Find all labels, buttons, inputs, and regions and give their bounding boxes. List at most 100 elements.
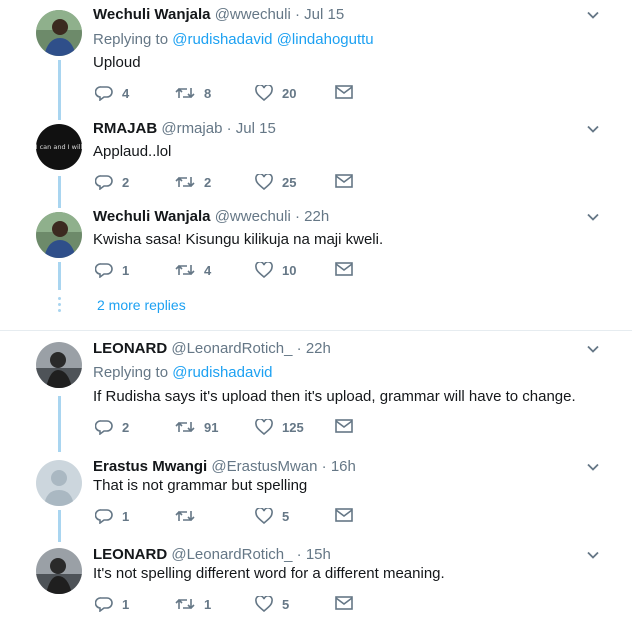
retweet-button[interactable]: 2 [175,174,211,190]
retweet-button[interactable]: 4 [175,262,211,278]
reply-button[interactable]: 1 [95,508,129,524]
retweet-count: 2 [204,174,212,190]
chevron-down-icon[interactable] [586,210,600,224]
display-name[interactable]: LEONARD [93,546,167,563]
tweet-header: Wechuli Wanjala @wwechuli · 22h [93,208,329,225]
tweet[interactable]: Erastus Mwangi @ErastusMwan · 16h That i… [0,452,632,536]
avatar[interactable] [36,342,82,388]
tweet-header: Erastus Mwangi @ErastusMwan · 16h [93,458,356,475]
tweet-header: Wechuli Wanjala @wwechuli · Jul 15 [93,6,344,23]
avatar[interactable] [36,10,82,56]
reply-button[interactable]: 1 [95,262,129,278]
retweet-button[interactable]: 91 [175,419,218,435]
like-count: 25 [282,174,297,190]
reply-count: 1 [122,596,130,612]
tweet-actions: 1 4 10 [95,262,365,280]
chevron-down-icon[interactable] [586,548,600,562]
chevron-down-icon[interactable] [586,460,600,474]
tweet[interactable]: Wechuli Wanjala @wwechuli · Jul 15 Reply… [0,0,632,110]
dm-button[interactable] [335,419,353,433]
retweet-button[interactable] [175,508,204,524]
user-handle[interactable]: @ErastusMwan [211,458,317,475]
like-icon [255,174,273,190]
replying-to: Replying to @rudishadavid [93,364,273,381]
tweet-text: Uploud [93,54,141,71]
retweet-count: 4 [204,262,212,278]
timestamp[interactable]: 15h [306,546,331,563]
like-button[interactable]: 20 [255,85,296,101]
user-handle[interactable]: @LeonardRotich_ [171,546,292,563]
tweet-header: RMAJAB @rmajab · Jul 15 [93,120,276,137]
more-replies-link[interactable]: 2 more replies [97,297,186,313]
tweet-actions: 2 91 125 [95,419,365,437]
like-icon [255,508,273,524]
chevron-down-icon[interactable] [586,342,600,356]
chevron-down-icon[interactable] [586,122,600,136]
dm-button[interactable] [335,508,353,522]
dm-button[interactable] [335,85,353,99]
retweet-button[interactable]: 1 [175,596,211,612]
like-button[interactable]: 5 [255,508,289,524]
tweet-actions: 1 5 [95,508,365,526]
retweet-icon [175,421,195,433]
display-name[interactable]: RMAJAB [93,120,157,137]
display-name[interactable]: Wechuli Wanjala [93,6,211,23]
like-count: 125 [282,419,304,435]
separator: · [294,6,300,23]
like-button[interactable]: 5 [255,596,289,612]
reply-button[interactable]: 1 [95,596,129,612]
user-handle[interactable]: @LeonardRotich_ [171,340,292,357]
tweet-text: Kwisha sasa! Kisungu kilikuja na maji kw… [93,231,384,248]
chevron-down-icon[interactable] [586,8,600,22]
separator: · [294,208,300,225]
replying-to-label: Replying to [93,31,169,48]
display-name[interactable]: LEONARD [93,340,167,357]
timestamp[interactable]: Jul 15 [304,6,344,23]
dm-button[interactable] [335,262,353,276]
avatar[interactable] [36,212,82,258]
tweet-header: LEONARD @LeonardRotich_ · 22h [93,340,331,357]
dm-icon [335,419,353,433]
reply-icon [95,175,113,190]
avatar[interactable]: I can and I will [36,124,82,170]
separator: · [321,458,327,475]
like-icon [255,419,273,435]
conversation-feed: Wechuli Wanjala @wwechuli · Jul 15 Reply… [0,0,632,621]
mention-link[interactable]: @lindahoguttu [277,31,374,48]
user-handle[interactable]: @wwechuli [215,6,291,23]
dm-icon [335,174,353,188]
reply-button[interactable]: 4 [95,85,129,101]
like-button[interactable]: 125 [255,419,304,435]
reply-icon [95,597,113,612]
reply-button[interactable]: 2 [95,174,129,190]
timestamp[interactable]: 16h [331,458,356,475]
mention-link[interactable]: @rudishadavid [172,364,272,381]
user-handle[interactable]: @wwechuli [215,208,291,225]
avatar[interactable] [36,548,82,594]
tweet-text: If Rudisha says it's upload then it's up… [93,388,576,405]
tweet[interactable]: Wechuli Wanjala @wwechuli · 22h Kwisha s… [0,202,632,290]
tweet[interactable]: I can and I will RMAJAB @rmajab · Jul 15… [0,114,632,200]
like-icon [255,596,273,612]
user-handle[interactable]: @rmajab [161,120,222,137]
dm-button[interactable] [335,596,353,610]
dm-button[interactable] [335,174,353,188]
like-button[interactable]: 10 [255,262,296,278]
timestamp[interactable]: Jul 15 [236,120,276,137]
tweet-actions: 4 8 20 [95,85,365,103]
retweet-icon [175,264,195,276]
tweet-text: That is not grammar but spelling [93,477,308,494]
display-name[interactable]: Erastus Mwangi [93,458,207,475]
timestamp[interactable]: 22h [306,340,331,357]
separator: · [226,120,232,137]
tweet[interactable]: LEONARD @LeonardRotich_ · 22h Replying t… [0,334,632,446]
retweet-count: 91 [204,419,219,435]
avatar[interactable] [36,460,82,506]
display-name[interactable]: Wechuli Wanjala [93,208,211,225]
reply-button[interactable]: 2 [95,419,129,435]
like-button[interactable]: 25 [255,174,296,190]
tweet[interactable]: LEONARD @LeonardRotich_ · 15h It's not s… [0,540,632,621]
mention-link[interactable]: @rudishadavid [172,31,272,48]
timestamp[interactable]: 22h [304,208,329,225]
retweet-button[interactable]: 8 [175,85,211,101]
